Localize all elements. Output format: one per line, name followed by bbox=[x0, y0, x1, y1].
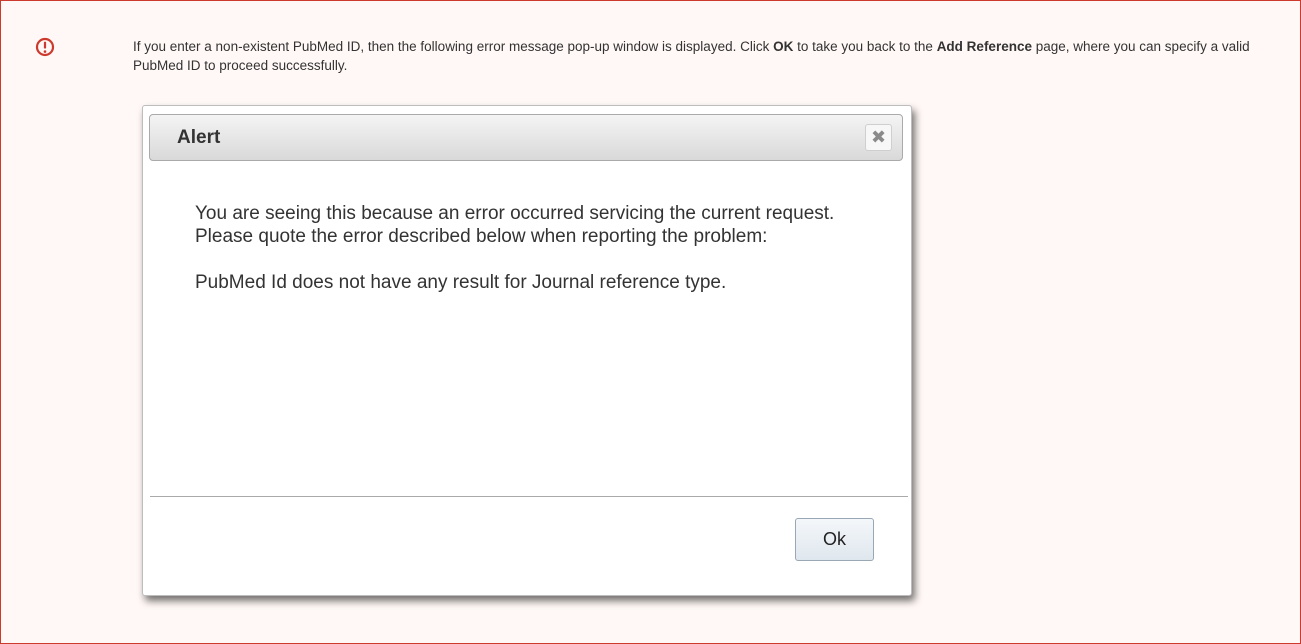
dialog-header: Alert ✖ bbox=[149, 114, 903, 161]
close-icon: ✖ bbox=[870, 127, 887, 147]
note-text-part2: to take you back to the bbox=[793, 39, 937, 54]
ok-button[interactable]: Ok bbox=[795, 518, 874, 561]
alert-dialog: Alert ✖ You are seeing this because an e… bbox=[142, 105, 912, 596]
close-button[interactable]: ✖ bbox=[865, 124, 892, 151]
dialog-divider bbox=[150, 496, 908, 497]
message-line-2: Please quote the error described below w… bbox=[195, 226, 768, 247]
message-line-3: PubMed Id does not have any result for J… bbox=[195, 272, 727, 293]
dialog-title: Alert bbox=[177, 127, 221, 148]
note-bold-add-reference: Add Reference bbox=[936, 39, 1032, 54]
message-line-1: You are seeing this because an error occ… bbox=[195, 203, 835, 224]
dialog-message: You are seeing this because an error occ… bbox=[195, 202, 875, 294]
warning-note-panel: If you enter a non-existent PubMed ID, t… bbox=[0, 0, 1301, 644]
note-text-part1: If you enter a non-existent PubMed ID, t… bbox=[133, 39, 774, 54]
warning-circle-icon bbox=[35, 37, 55, 57]
note-text: If you enter a non-existent PubMed ID, t… bbox=[133, 37, 1258, 75]
note-bold-ok: OK bbox=[773, 39, 794, 54]
